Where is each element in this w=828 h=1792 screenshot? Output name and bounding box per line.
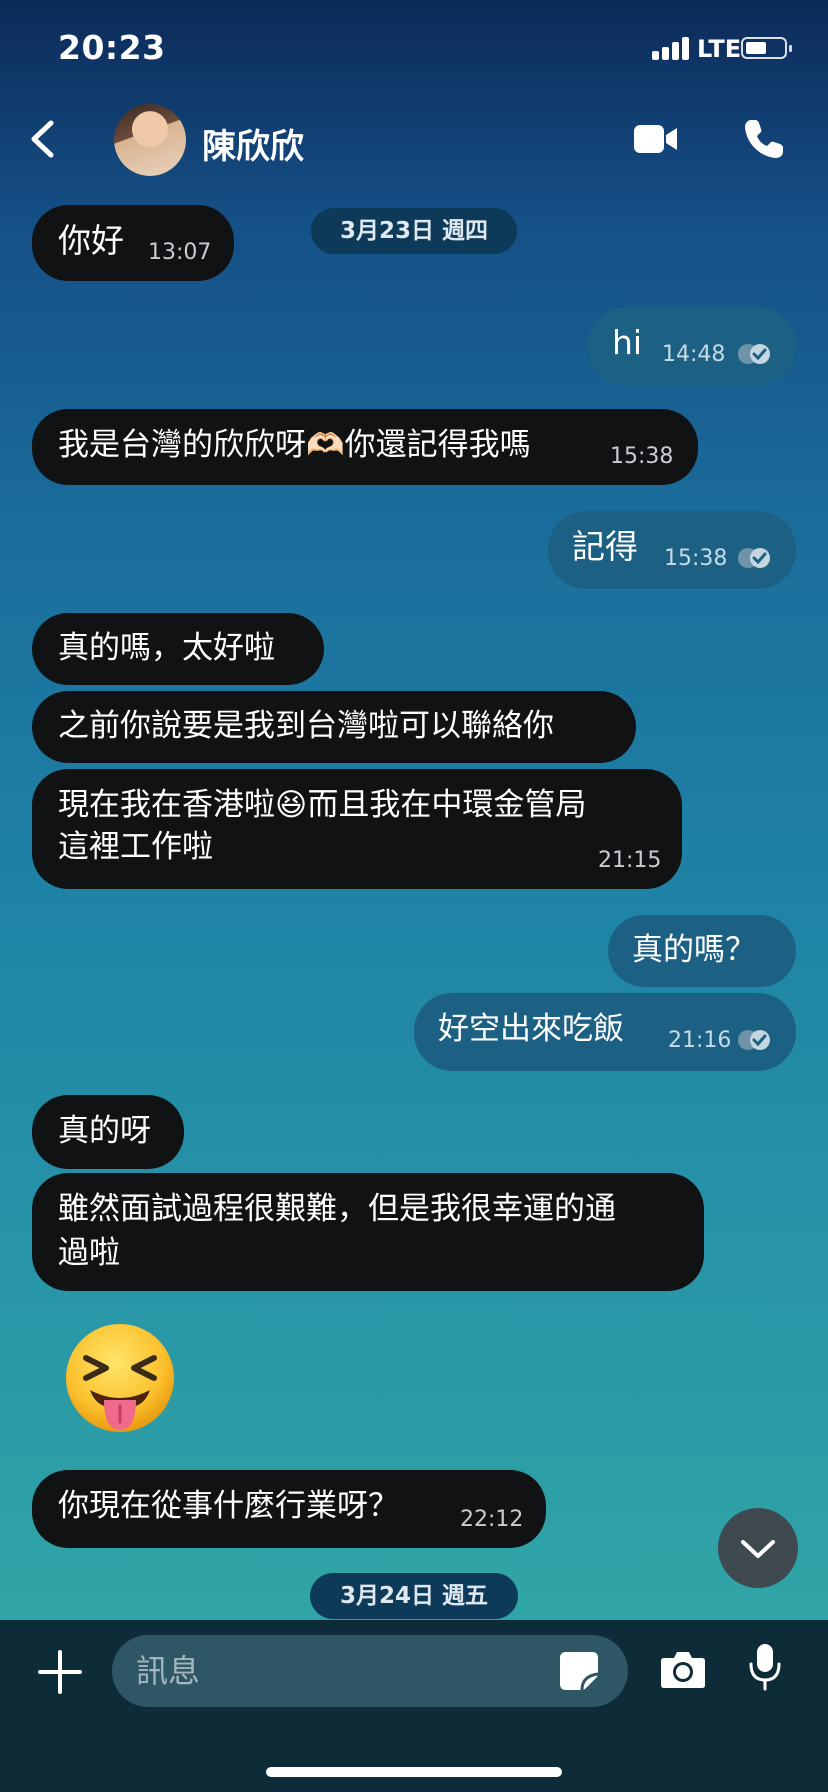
home-indicator[interactable] <box>266 1767 562 1777</box>
message-text: 記得 <box>572 527 638 566</box>
message-bubble-outgoing[interactable]: 真的嗎？ <box>608 915 796 987</box>
message-bubble-incoming[interactable]: 真的呀 <box>32 1095 184 1169</box>
contact-name[interactable]: 陳欣欣 <box>202 119 304 168</box>
message-bubble-outgoing[interactable]: 記得 15:38 <box>548 511 796 589</box>
message-text: 我是台灣的欣欣呀🫶🏻你還記得我嗎 <box>58 427 531 463</box>
status-time: 20:23 <box>58 28 166 67</box>
scroll-to-bottom-button[interactable] <box>718 1508 798 1588</box>
read-check-icon <box>738 548 770 568</box>
camera-icon[interactable] <box>660 1648 706 1690</box>
date-separator: 3月23日 週四 <box>311 208 517 254</box>
message-text-line: 現在我在香港啦😆而且我在中環金管局 <box>58 787 587 823</box>
video-call-button[interactable] <box>632 119 680 159</box>
read-check-icon <box>738 344 770 364</box>
message-text: 你現在從事什麼行業呀？ <box>58 1488 399 1524</box>
chevron-down-icon <box>741 1540 775 1558</box>
status-bar: 20:23 LTE <box>0 0 828 90</box>
plus-icon[interactable] <box>38 1650 82 1694</box>
battery-icon <box>741 37 792 59</box>
message-text: 真的呀 <box>58 1113 151 1149</box>
message-text-line: 雖然面試過程很艱難，但是我很幸運的通 <box>58 1191 616 1227</box>
microphone-icon[interactable] <box>748 1642 782 1692</box>
message-bubble-incoming[interactable]: 雖然面試過程很艱難，但是我很幸運的通 過啦 <box>32 1173 704 1291</box>
chevron-left-icon <box>31 120 54 158</box>
message-text: 好空出來吃飯 <box>438 1011 624 1047</box>
message-time: 21:16 <box>668 1028 732 1053</box>
date-separator: 3月24日 週五 <box>310 1573 518 1619</box>
message-text: 之前你說要是我到台灣啦可以聯絡你 <box>58 708 554 744</box>
network-type: LTE <box>697 35 742 63</box>
read-check-icon <box>738 1030 770 1050</box>
message-bubble-outgoing[interactable]: hi 14:48 <box>588 307 796 385</box>
message-text: 真的嗎，太好啦 <box>58 630 275 666</box>
message-time: 15:38 <box>610 444 674 469</box>
voice-call-button[interactable] <box>742 117 786 161</box>
message-bubble-outgoing[interactable]: 好空出來吃飯 21:16 <box>414 993 796 1071</box>
back-button[interactable] <box>20 113 70 165</box>
message-composer <box>0 1620 828 1792</box>
avatar[interactable] <box>114 104 186 176</box>
signal-icon <box>652 36 692 60</box>
message-bubble-incoming[interactable]: 我是台灣的欣欣呀🫶🏻你還記得我嗎 15:38 <box>32 409 698 485</box>
squinting-face-with-tongue-icon[interactable] <box>62 1322 178 1438</box>
message-text: 真的嗎？ <box>632 932 756 968</box>
message-text-line: 過啦 <box>58 1235 120 1271</box>
message-time: 13:07 <box>148 240 212 265</box>
message-input[interactable] <box>112 1635 628 1707</box>
message-text: 你好 <box>58 221 124 260</box>
sticker-icon[interactable] <box>558 1650 600 1692</box>
message-time: 15:38 <box>664 546 728 571</box>
message-time: 21:15 <box>598 848 662 873</box>
chat-screen: 20:23 LTE 陳欣欣 3月23日 週四 你好 13:07 hi 14:48… <box>0 0 828 1792</box>
message-bubble-incoming[interactable]: 你現在從事什麼行業呀？ 22:12 <box>32 1470 546 1548</box>
message-bubble-incoming[interactable]: 你好 13:07 <box>32 205 234 281</box>
message-bubble-incoming[interactable]: 真的嗎，太好啦 <box>32 613 324 685</box>
video-camera-icon <box>634 125 677 153</box>
message-bubble-incoming[interactable]: 之前你說要是我到台灣啦可以聯絡你 <box>32 691 636 763</box>
phone-icon <box>745 120 783 158</box>
message-text-line: 這裡工作啦 <box>58 829 213 865</box>
message-bubble-incoming[interactable]: 現在我在香港啦😆而且我在中環金管局 這裡工作啦 21:15 <box>32 769 682 889</box>
message-time: 22:12 <box>460 1507 524 1532</box>
message-text: hi <box>612 323 643 362</box>
chat-header: 陳欣欣 <box>0 95 828 183</box>
message-time: 14:48 <box>662 342 726 367</box>
